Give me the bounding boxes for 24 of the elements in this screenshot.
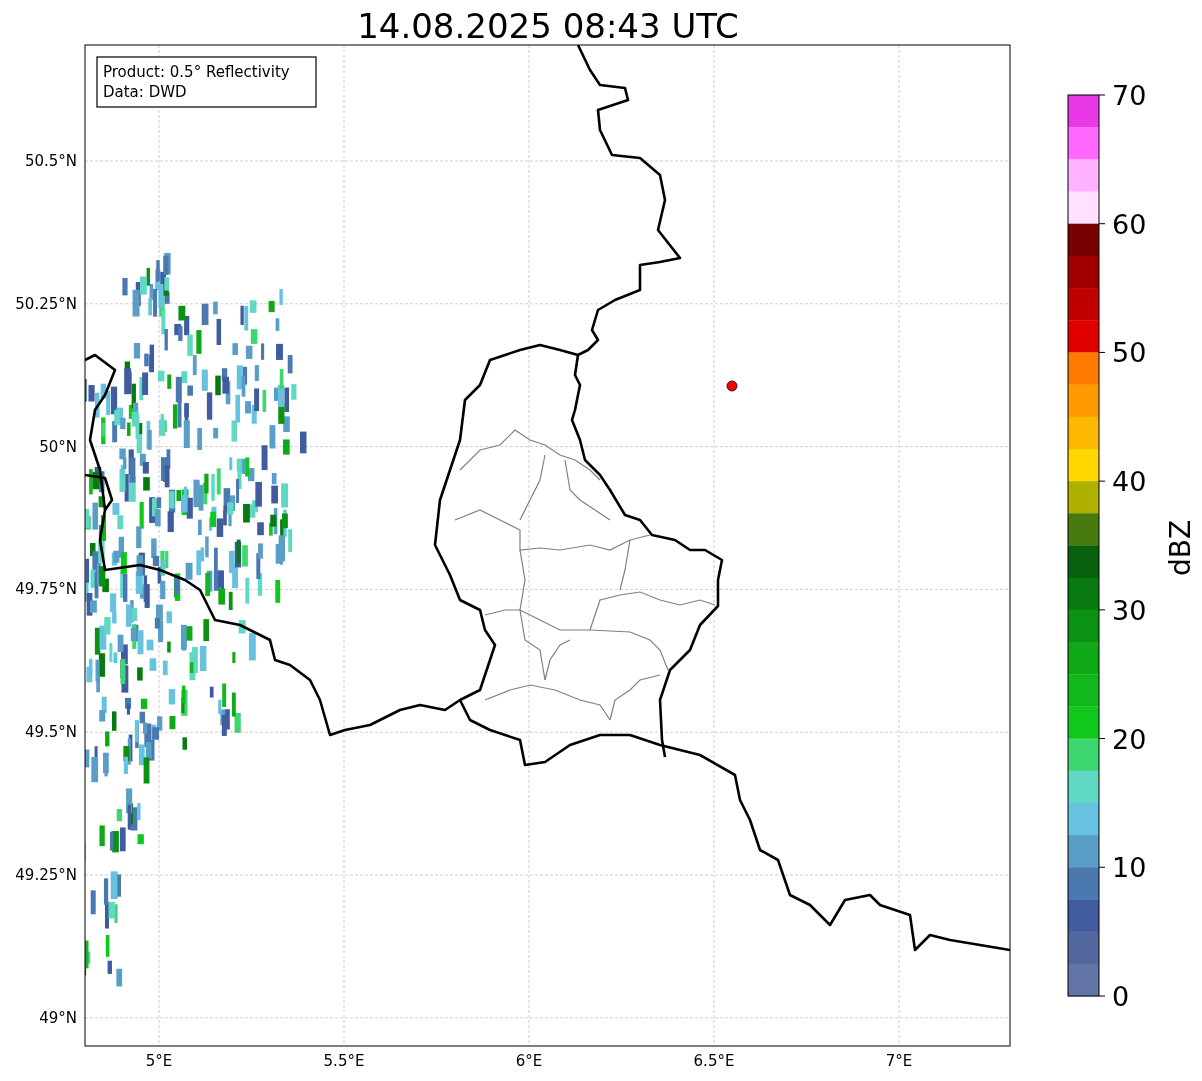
chart-title: 14.08.2025 08:43 UTC	[357, 6, 739, 46]
axis-tick-label: 50.5°N	[24, 152, 77, 170]
info-text: Product: 0.5° Reflectivity	[103, 63, 290, 81]
axis-tick-label: 49.25°N	[15, 866, 77, 884]
axis-tick-label: 49.5°N	[24, 723, 77, 742]
colorbar-tick-label: 60	[1112, 208, 1147, 240]
axis-tick-label: 49.75°N	[15, 580, 77, 599]
colorbar-tick-label: 30	[1112, 594, 1147, 626]
colorbar-tick-label: 40	[1112, 466, 1147, 498]
colorbar-tick-label: 70	[1112, 80, 1147, 111]
colorbar-tick-label: 0	[1112, 981, 1130, 1012]
axis-tick-label: 6.5°E	[693, 1052, 735, 1070]
axis-tick-label: 49°N	[39, 1008, 77, 1027]
axis-tick-label: 6°E	[515, 1052, 543, 1070]
colorbar-tick-label: 20	[1112, 723, 1147, 755]
axis-tick-label: 7°E	[885, 1052, 913, 1070]
axis-tick-label: 5°E	[145, 1052, 173, 1070]
colorbar-tick-label: 50	[1112, 337, 1147, 369]
info-text: Data: DWD	[103, 83, 187, 101]
colorbar-tick-label: 10	[1112, 852, 1147, 884]
axis-tick-label: 50.25°N	[15, 294, 77, 313]
axis-tick-label: 50°N	[39, 437, 77, 456]
colorbar-label: dBZ	[1164, 519, 1197, 577]
axis-tick-label: 5.5°E	[323, 1052, 365, 1070]
